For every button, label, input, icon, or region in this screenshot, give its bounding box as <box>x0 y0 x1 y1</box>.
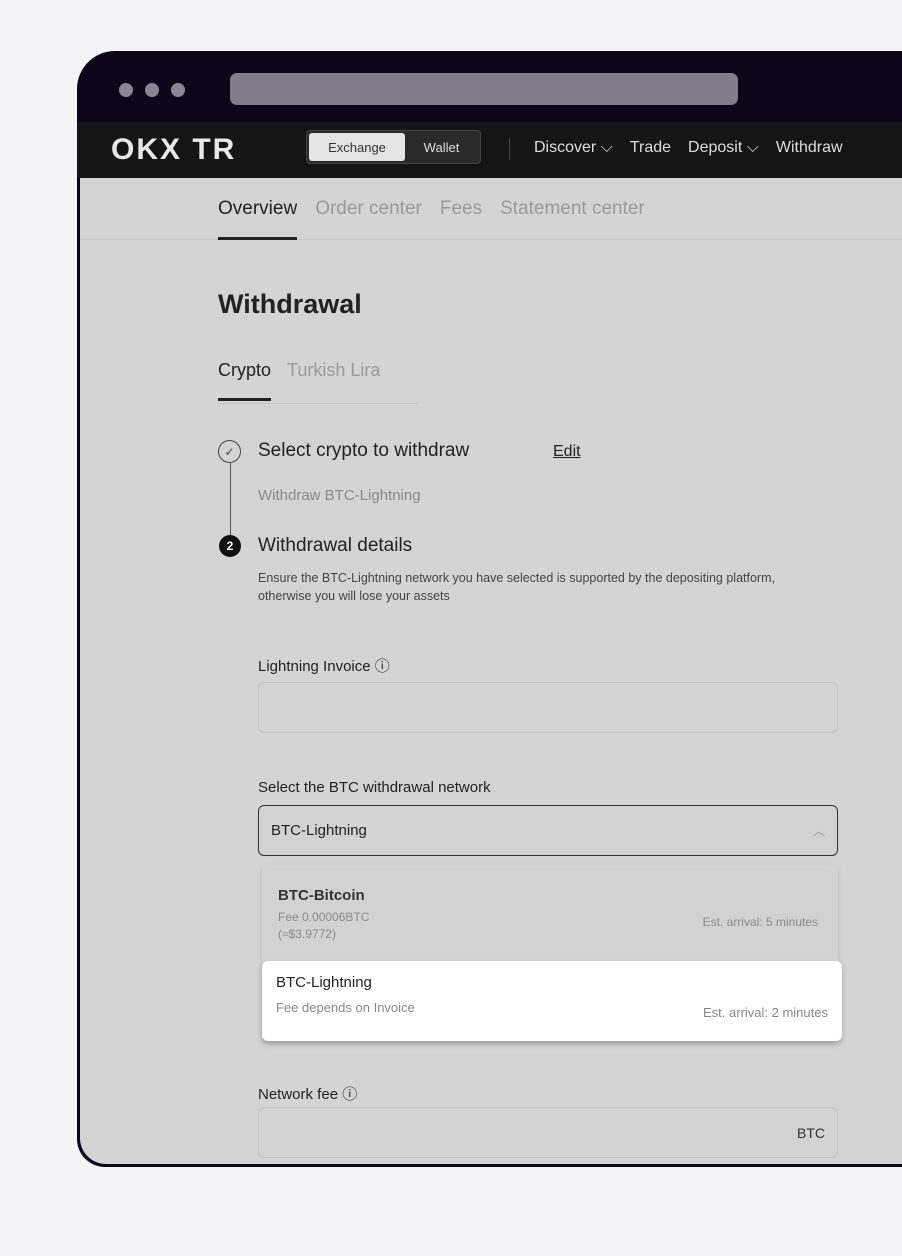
tab-fees[interactable]: Fees <box>440 198 482 220</box>
tab-overview[interactable]: Overview <box>218 198 298 240</box>
network-selected-value: BTC-Lightning <box>271 822 367 839</box>
dot-icon <box>119 83 133 97</box>
exchange-toggle[interactable]: Exchange <box>309 133 405 161</box>
option-name: BTC-Lightning <box>276 974 372 991</box>
nav-deposit[interactable]: Deposit ⌵ <box>688 139 759 157</box>
fee-unit: BTC <box>797 1124 825 1141</box>
okx-tr-logo[interactable]: OKX TR <box>111 133 236 167</box>
sub-nav: Overview Order center Fees Statement cen… <box>80 178 902 240</box>
page-title: Withdrawal <box>218 289 362 319</box>
option-btc-bitcoin[interactable]: BTC-Bitcoin Fee 0.00006BTC (≈$3.9772) Est… <box>278 887 818 943</box>
tab-statement-center[interactable]: Statement center <box>500 198 645 220</box>
top-nav: OKX TR Exchange Wallet Discover ⌵ Trade … <box>77 122 902 178</box>
option-fee-btc: Fee 0.00006BTC <box>278 910 370 924</box>
invoice-label: Lightning Invoice ⓘ <box>258 658 390 675</box>
edit-link[interactable]: Edit <box>553 443 581 461</box>
main-content: Overview Order center Fees Statement cen… <box>80 178 902 1164</box>
step-connector <box>230 463 231 535</box>
network-fee-input[interactable]: BTC <box>258 1107 838 1158</box>
dot-icon <box>171 83 185 97</box>
nav-discover[interactable]: Discover ⌵ <box>534 139 613 157</box>
chevron-up-icon: ︿ <box>812 824 825 838</box>
dot-icon <box>145 83 159 97</box>
tab-crypto[interactable]: Crypto <box>218 360 272 401</box>
invoice-input[interactable] <box>258 682 838 733</box>
tab-order-center[interactable]: Order center <box>315 198 422 220</box>
divider <box>509 138 510 160</box>
network-select[interactable]: BTC-Lightning ︿ <box>258 805 838 856</box>
option-arrival: Est. arrival: 5 minutes <box>702 915 818 929</box>
check-icon: ✓ <box>218 440 241 463</box>
exchange-wallet-toggle: Exchange Wallet <box>306 130 481 164</box>
step-2-title: Withdrawal details <box>258 535 413 556</box>
option-fee-usd: (≈$3.9772) <box>278 927 336 941</box>
nav-trade[interactable]: Trade <box>630 139 671 157</box>
step-1-title: Select crypto to withdraw <box>258 440 470 461</box>
network-label: Select the BTC withdrawal network <box>258 779 491 796</box>
network-warning: Ensure the BTC-Lightning network you hav… <box>258 571 775 603</box>
option-name: BTC-Bitcoin <box>278 887 365 904</box>
address-bar[interactable] <box>230 73 738 105</box>
wallet-toggle[interactable]: Wallet <box>405 133 478 161</box>
withdraw-tabs: Crypto Turkish Lira <box>218 360 418 404</box>
step-1-summary: Withdraw BTC-Lightning <box>258 487 421 504</box>
tab-turkish-lira[interactable]: Turkish Lira <box>287 360 380 381</box>
step-2-badge: 2 <box>219 535 241 557</box>
network-fee-label: Network fee ⓘ <box>258 1086 358 1103</box>
window-controls <box>119 83 185 97</box>
option-btc-lightning[interactable]: BTC-Lightning Fee depends on Invoice Est… <box>262 961 842 1041</box>
option-arrival: Est. arrival: 2 minutes <box>703 1005 828 1020</box>
browser-window: OKX TR Exchange Wallet Discover ⌵ Trade … <box>77 51 902 1167</box>
nav-withdraw[interactable]: Withdraw <box>776 139 843 157</box>
